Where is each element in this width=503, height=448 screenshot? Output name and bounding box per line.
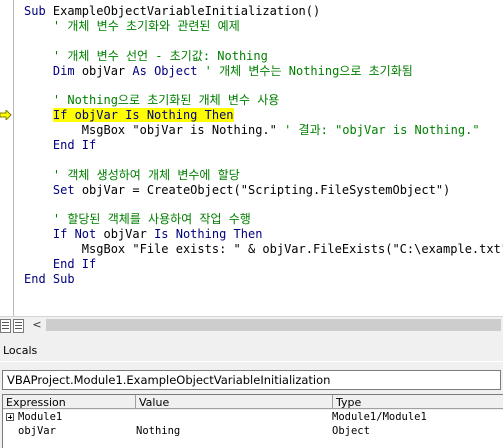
current-line-arrow-icon [0, 110, 12, 120]
code-line[interactable]: ' 개체 변수 초기화와 관련된 예제 [24, 19, 503, 34]
horizontal-scrollbar-thumb[interactable] [46, 319, 501, 331]
row-value[interactable]: Nothing [136, 425, 180, 438]
code-token: End If [52, 257, 97, 272]
code-line[interactable]: Sub ExampleObjectVariableInitialization(… [24, 4, 503, 19]
code-token: If Not [52, 227, 104, 242]
code-token: MsgBox "File exists: " & objVar.FileExis… [24, 242, 503, 257]
scroll-left-arrow-icon[interactable]: < [31, 319, 43, 331]
code-token: ' 할당된 객체를 사용하여 작업 수행 [24, 212, 251, 227]
code-token: ' 개체 변수는 Nothing으로 초기화됨 [204, 63, 413, 78]
code-token: ' 객체 생성하여 개체 변수에 할당 [24, 167, 240, 182]
code-token: ' Nothing으로 초기화된 개체 변수 사용 [24, 93, 280, 108]
code-line[interactable]: If Not objVar Is Nothing Then [24, 227, 503, 242]
code-token: If objVar Is Nothing Then [52, 108, 234, 123]
locals-context-label: VBAProject.Module1.ExampleObjectVariable… [2, 370, 501, 390]
pane-splitter[interactable] [0, 334, 503, 341]
code-token: ' 개체 변수 선언 - 초기값: Nothing [24, 48, 268, 63]
row-type: Module1/Module1 [332, 411, 427, 423]
column-header-type[interactable]: Type [333, 395, 503, 409]
code-line[interactable]: End If [24, 257, 503, 272]
code-line[interactable]: ' 개체 변수 선언 - 초기값: Nothing [24, 49, 503, 64]
locals-window-title: Locals [0, 341, 503, 361]
expand-plus-icon[interactable] [6, 413, 14, 421]
locals-window: VBAProject.Module1.ExampleObjectVariable… [0, 362, 503, 448]
row-expression: Module1 [18, 411, 63, 423]
code-line[interactable]: If objVar Is Nothing Then [24, 108, 503, 123]
code-line[interactable]: Set objVar = CreateObject("Scripting.Fil… [24, 183, 503, 198]
code-line[interactable]: ' 할당된 객체를 사용하여 작업 수행 [24, 212, 503, 227]
code-token: Dim [52, 63, 82, 78]
code-line[interactable]: Dim objVar As Object ' 개체 변수는 Nothing으로 … [24, 64, 503, 79]
code-token: objVar [103, 227, 155, 242]
code-line[interactable]: End Sub [24, 272, 503, 287]
code-token: As Object [132, 63, 205, 78]
code-token: ' 개체 변수 초기화와 관련된 예제 [24, 18, 240, 33]
code-line[interactable]: ' 객체 생성하여 개체 변수에 할당 [24, 168, 503, 183]
code-line[interactable] [24, 78, 503, 93]
code-line[interactable]: MsgBox "objVar is Nothing." ' 결과: "objVa… [24, 123, 503, 138]
code-token: MsgBox "objVar is Nothing." [24, 123, 285, 138]
code-token: Sub [24, 4, 53, 18]
code-line[interactable] [24, 153, 503, 168]
column-header-value[interactable]: Value [136, 395, 333, 409]
column-header-expression[interactable]: Expression [3, 395, 136, 409]
code-token: objVar = CreateObject("Scripting.FileSys… [81, 182, 451, 197]
code-token: objVar [81, 63, 133, 78]
locals-row[interactable]: objVar Nothing Object [3, 425, 503, 438]
margin-indicator-bar[interactable] [0, 0, 14, 316]
editor-bottom-bar: < [0, 316, 503, 334]
code-token: ExampleObjectVariableInitialization() [52, 4, 321, 18]
code-line[interactable]: ' Nothing으로 초기화된 개체 변수 사용 [24, 93, 503, 108]
locals-grid: Expression Value Type Module1 Module1/Mo… [2, 394, 503, 448]
code-line[interactable]: End If [24, 138, 503, 153]
code-text[interactable]: Sub ExampleObjectVariableInitialization(… [24, 4, 503, 287]
code-token: Set [52, 182, 82, 197]
code-token: End Sub [24, 272, 75, 287]
full-module-view-button[interactable] [13, 319, 24, 333]
locals-grid-header: Expression Value Type [3, 395, 503, 410]
code-editor[interactable]: Sub ExampleObjectVariableInitialization(… [0, 0, 503, 316]
row-expression: objVar [18, 425, 56, 437]
row-type: Object [332, 425, 370, 437]
procedure-view-button[interactable] [0, 319, 11, 333]
vba-ide-window: Sub ExampleObjectVariableInitialization(… [0, 0, 503, 448]
locals-row[interactable]: Module1 Module1/Module1 [3, 411, 503, 424]
code-token: Is Nothing Then [154, 227, 263, 242]
code-line[interactable] [24, 198, 503, 213]
code-token: ' 결과: "objVar is Nothing." [284, 123, 480, 138]
code-token: End If [52, 138, 97, 153]
code-line[interactable]: MsgBox "File exists: " & objVar.FileExis… [24, 242, 503, 257]
code-line[interactable] [24, 34, 503, 49]
